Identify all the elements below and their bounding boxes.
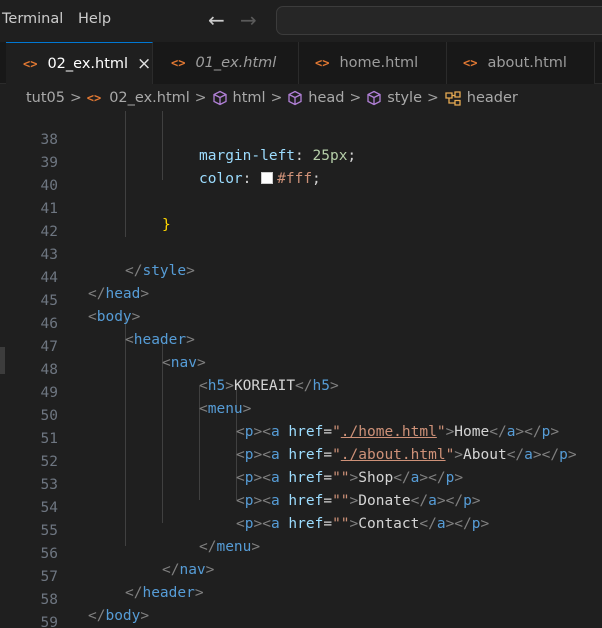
title-bar: Terminal Help ← → bbox=[0, 0, 602, 42]
html-file-icon: <> bbox=[23, 56, 38, 71]
tab-label: home.html bbox=[339, 55, 419, 71]
close-icon[interactable]: × bbox=[137, 54, 151, 74]
tab-label: 01_ex.html bbox=[195, 55, 277, 71]
code-line: 47 <nav> bbox=[0, 320, 602, 371]
cube-icon bbox=[212, 90, 227, 105]
code-line: 43 </style> bbox=[0, 228, 602, 279]
code-line: 50 <p><a href="./home.html">Home</a></p> bbox=[0, 389, 602, 440]
code-line: 45 <body> bbox=[0, 274, 602, 325]
code-line: 38 margin-left: 25px; bbox=[0, 113, 602, 164]
tab-home-html[interactable]: <> home.html bbox=[299, 42, 447, 84]
breadcrumb-header-label: header bbox=[466, 89, 518, 106]
html-file-icon: <> bbox=[463, 56, 478, 70]
html-file-icon: <> bbox=[86, 90, 102, 105]
code-line: 58 </body> bbox=[0, 573, 602, 624]
code-line: 39 color: #fff; bbox=[0, 136, 602, 187]
tab-about-html[interactable]: <> about.html bbox=[447, 42, 595, 84]
breadcrumb-file[interactable]: <> 02_ex.html bbox=[87, 90, 190, 106]
code-line: 48 <h5>KOREAIT</h5> bbox=[0, 343, 602, 394]
breadcrumb-head-label: head bbox=[308, 89, 345, 106]
breadcrumb-file-label: 02_ex.html bbox=[109, 89, 190, 106]
code-line: 40 bbox=[0, 159, 602, 194]
code-editor[interactable]: 38 margin-left: 25px; 39 color: #fff; 40… bbox=[0, 111, 602, 628]
breadcrumb-html-label: html bbox=[232, 89, 266, 106]
html-file-icon: <> bbox=[315, 56, 330, 70]
chevron-right-icon: > bbox=[349, 89, 362, 106]
code-line: 44 </head> bbox=[0, 251, 602, 302]
tab-label: about.html bbox=[487, 55, 567, 71]
code-line: 46 <header> bbox=[0, 297, 602, 348]
chevron-right-icon: > bbox=[427, 89, 439, 106]
breadcrumb: tut05 > <> 02_ex.html > html > head > st… bbox=[0, 84, 602, 111]
breadcrumb-header[interactable]: header bbox=[444, 90, 518, 106]
breadcrumb-style[interactable]: style bbox=[366, 90, 422, 106]
code-line: 54 <p><a href="">Contact</a></p> bbox=[0, 481, 602, 532]
code-line: 41 } bbox=[0, 182, 602, 233]
code-line: 55 </menu> bbox=[0, 504, 602, 555]
breadcrumb-html[interactable]: html bbox=[212, 90, 266, 106]
tab-bar: <> 02_ex.html × <> 01_ex.html <> home.ht… bbox=[0, 42, 602, 84]
command-center-search[interactable] bbox=[276, 6, 602, 35]
line-number: 59 bbox=[40, 615, 58, 628]
code-line: 56 </nav> bbox=[0, 527, 602, 578]
tab-label: 02_ex.html bbox=[47, 55, 129, 72]
selector-icon bbox=[445, 90, 461, 106]
breadcrumb-folder[interactable]: tut05 bbox=[26, 90, 65, 106]
arrow-left-icon[interactable]: ← bbox=[208, 8, 225, 32]
breadcrumb-head[interactable]: head bbox=[287, 89, 345, 106]
code-line: 57 </header> bbox=[0, 550, 602, 601]
code-line: 49 <menu> bbox=[0, 366, 602, 417]
html-file-icon: <> bbox=[171, 56, 186, 70]
menu-terminal[interactable]: Terminal bbox=[2, 11, 63, 27]
breadcrumb-style-label: style bbox=[387, 89, 423, 106]
menu-help[interactable]: Help bbox=[78, 11, 111, 27]
code-line: 51 <p><a href="./about.html">About</a></… bbox=[0, 412, 602, 463]
chevron-right-icon: > bbox=[70, 89, 82, 106]
cube-icon bbox=[367, 90, 381, 105]
code-line: 59 </html> bbox=[0, 596, 602, 628]
tab-01-ex-html[interactable]: <> 01_ex.html bbox=[153, 42, 299, 84]
code-line: 52 <p><a href="">Shop</a></p> bbox=[0, 435, 602, 486]
chevron-right-icon: > bbox=[270, 89, 283, 106]
cube-icon bbox=[288, 90, 302, 105]
chevron-right-icon: > bbox=[194, 89, 207, 106]
code-line: 53 <p><a href="">Donate</a></p> bbox=[0, 458, 602, 509]
code-line: 42 bbox=[0, 205, 602, 240]
tab-02-ex-html[interactable]: <> 02_ex.html × bbox=[6, 42, 153, 84]
arrow-right-icon[interactable]: → bbox=[240, 8, 257, 32]
